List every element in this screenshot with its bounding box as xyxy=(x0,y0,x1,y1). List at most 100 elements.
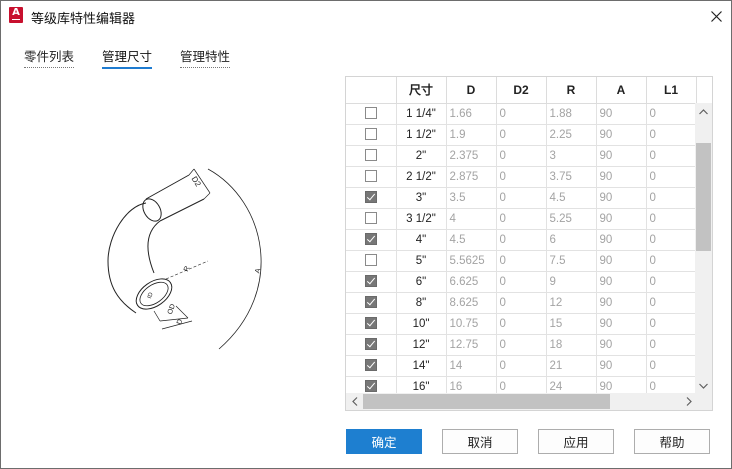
cell-d2[interactable]: 0 xyxy=(496,292,547,314)
cell-d2[interactable]: 0 xyxy=(496,355,547,377)
cell-r[interactable]: 15 xyxy=(546,313,597,335)
column-header-l1[interactable]: L1 xyxy=(646,77,697,104)
table-row[interactable]: 1 1/2" 1.9 0 2.25 90 0 xyxy=(346,124,697,146)
cell-d[interactable]: 3.5 xyxy=(446,187,497,209)
cell-d2[interactable]: 0 xyxy=(496,124,547,146)
column-header-a[interactable]: A xyxy=(596,77,647,104)
cell-r[interactable]: 3.75 xyxy=(546,166,597,188)
table-row[interactable]: 1 1/4" 1.66 0 1.88 90 0 xyxy=(346,103,697,125)
size-cell[interactable]: 8" xyxy=(396,292,447,314)
horizontal-scroll-thumb[interactable] xyxy=(363,394,610,409)
checkbox-checked[interactable] xyxy=(364,338,377,351)
table-row[interactable]: 4" 4.5 0 6 90 0 xyxy=(346,229,697,251)
vertical-scrollbar[interactable] xyxy=(695,103,712,394)
cell-l1[interactable]: 0 xyxy=(646,124,697,146)
checkbox-checked[interactable] xyxy=(364,191,377,204)
apply-button[interactable]: 应用 xyxy=(538,429,614,454)
scroll-up-button[interactable] xyxy=(695,103,712,120)
scroll-left-button[interactable] xyxy=(346,393,363,410)
table-row[interactable]: 8" 8.625 0 12 90 0 xyxy=(346,292,697,314)
column-header-check[interactable] xyxy=(346,77,397,104)
size-cell[interactable]: 6" xyxy=(396,271,447,293)
cell-a[interactable]: 90 xyxy=(596,250,647,272)
scroll-down-button[interactable] xyxy=(695,377,712,394)
cell-d[interactable]: 5.5625 xyxy=(446,250,497,272)
size-cell[interactable]: 12" xyxy=(396,334,447,356)
cell-r[interactable]: 3 xyxy=(546,145,597,167)
cell-l1[interactable]: 0 xyxy=(646,103,697,125)
cell-d[interactable]: 12.75 xyxy=(446,334,497,356)
vertical-scroll-thumb[interactable] xyxy=(696,143,711,251)
size-cell[interactable]: 4" xyxy=(396,229,447,251)
cell-a[interactable]: 90 xyxy=(596,313,647,335)
tab-part-list[interactable]: 零件列表 xyxy=(24,46,75,68)
table-row[interactable]: 2" 2.375 0 3 90 0 xyxy=(346,145,697,167)
cell-d2[interactable]: 0 xyxy=(496,313,547,335)
cell-d[interactable]: 2.875 xyxy=(446,166,497,188)
size-cell[interactable]: 1 1/4" xyxy=(396,103,447,125)
checkbox-checked[interactable] xyxy=(364,296,377,309)
close-button[interactable] xyxy=(701,1,731,31)
size-cell[interactable]: 2" xyxy=(396,145,447,167)
horizontal-scrollbar[interactable] xyxy=(346,393,697,410)
checkbox-checked[interactable] xyxy=(364,317,377,330)
checkbox-unchecked[interactable] xyxy=(364,107,377,120)
cell-d[interactable]: 8.625 xyxy=(446,292,497,314)
table-row[interactable]: 2 1/2" 2.875 0 3.75 90 0 xyxy=(346,166,697,188)
cell-d2[interactable]: 0 xyxy=(496,334,547,356)
tab-manage-sizes[interactable]: 管理尺寸 xyxy=(102,46,153,69)
cell-r[interactable]: 18 xyxy=(546,334,597,356)
cell-r[interactable]: 9 xyxy=(546,271,597,293)
column-header-d[interactable]: D xyxy=(446,77,497,104)
column-header-r[interactable]: R xyxy=(546,77,597,104)
cell-r[interactable]: 7.5 xyxy=(546,250,597,272)
cell-r[interactable]: 6 xyxy=(546,229,597,251)
ok-button[interactable]: 确定 xyxy=(346,429,422,454)
cancel-button[interactable]: 取消 xyxy=(442,429,518,454)
cell-a[interactable]: 90 xyxy=(596,187,647,209)
checkbox-unchecked[interactable] xyxy=(364,149,377,162)
cell-d2[interactable]: 0 xyxy=(496,166,547,188)
size-cell[interactable]: 2 1/2" xyxy=(396,166,447,188)
cell-l1[interactable]: 0 xyxy=(646,229,697,251)
cell-d[interactable]: 4 xyxy=(446,208,497,230)
cell-a[interactable]: 90 xyxy=(596,229,647,251)
cell-d2[interactable]: 0 xyxy=(496,145,547,167)
cell-d[interactable]: 4.5 xyxy=(446,229,497,251)
column-header-size[interactable]: 尺寸 xyxy=(396,77,447,104)
cell-l1[interactable]: 0 xyxy=(646,292,697,314)
table-row[interactable]: 3" 3.5 0 4.5 90 0 xyxy=(346,187,697,209)
cell-l1[interactable]: 0 xyxy=(646,145,697,167)
cell-l1[interactable]: 0 xyxy=(646,250,697,272)
cell-a[interactable]: 90 xyxy=(596,145,647,167)
checkbox-unchecked[interactable] xyxy=(364,254,377,267)
cell-r[interactable]: 21 xyxy=(546,355,597,377)
checkbox-unchecked[interactable] xyxy=(364,128,377,141)
cell-d2[interactable]: 0 xyxy=(496,208,547,230)
help-button[interactable]: 帮助 xyxy=(634,429,710,454)
table-row[interactable]: 14" 14 0 21 90 0 xyxy=(346,355,697,377)
checkbox-checked[interactable] xyxy=(364,380,377,393)
table-row[interactable]: 12" 12.75 0 18 90 0 xyxy=(346,334,697,356)
table-row[interactable]: 6" 6.625 0 9 90 0 xyxy=(346,271,697,293)
tab-manage-properties[interactable]: 管理特性 xyxy=(180,46,231,68)
cell-d2[interactable]: 0 xyxy=(496,250,547,272)
cell-r[interactable]: 12 xyxy=(546,292,597,314)
size-cell[interactable]: 3 1/2" xyxy=(396,208,447,230)
size-cell[interactable]: 10" xyxy=(396,313,447,335)
cell-l1[interactable]: 0 xyxy=(646,271,697,293)
checkbox-checked[interactable] xyxy=(364,275,377,288)
cell-l1[interactable]: 0 xyxy=(646,187,697,209)
cell-r[interactable]: 1.88 xyxy=(546,103,597,125)
cell-d2[interactable]: 0 xyxy=(496,271,547,293)
table-row[interactable]: 3 1/2" 4 0 5.25 90 0 xyxy=(346,208,697,230)
size-cell[interactable]: 5" xyxy=(396,250,447,272)
column-header-d2[interactable]: D2 xyxy=(496,77,547,104)
cell-d2[interactable]: 0 xyxy=(496,187,547,209)
cell-d[interactable]: 1.66 xyxy=(446,103,497,125)
cell-d[interactable]: 10.75 xyxy=(446,313,497,335)
cell-a[interactable]: 90 xyxy=(596,208,647,230)
cell-l1[interactable]: 0 xyxy=(646,313,697,335)
table-row[interactable]: 10" 10.75 0 15 90 0 xyxy=(346,313,697,335)
cell-r[interactable]: 4.5 xyxy=(546,187,597,209)
